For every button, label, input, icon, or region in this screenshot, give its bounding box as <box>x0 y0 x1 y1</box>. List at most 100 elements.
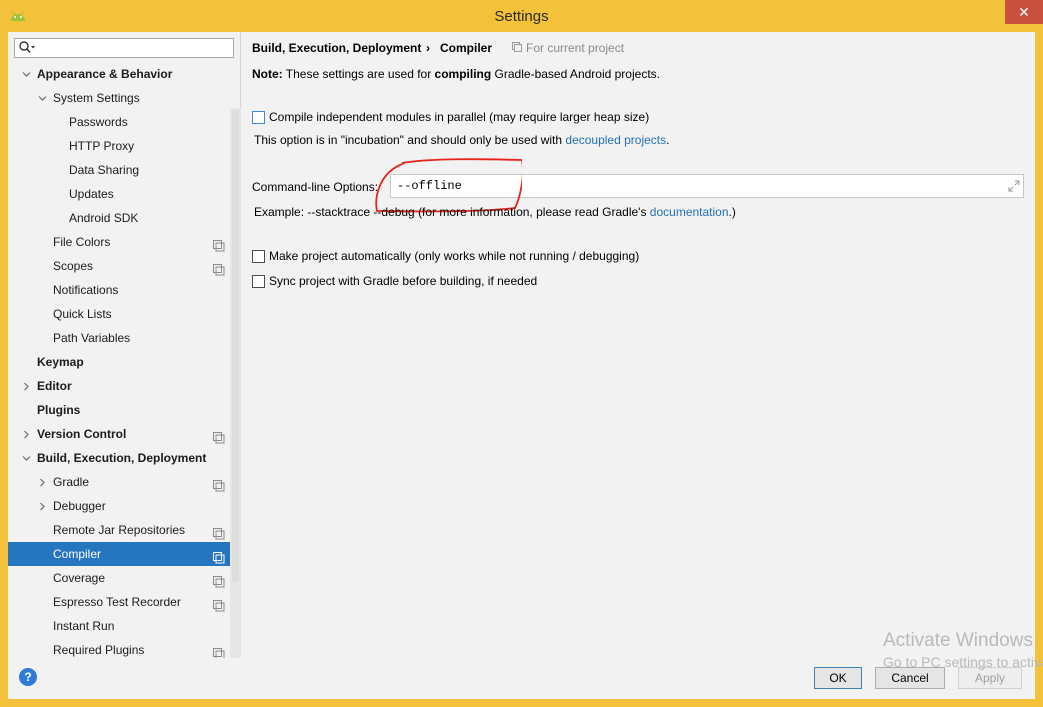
sidebar-item-version-control[interactable]: Version Control <box>8 422 241 446</box>
window-frame-left <box>0 32 8 707</box>
project-scope-icon <box>213 428 225 444</box>
cmd-options-field[interactable]: --offline <box>390 174 1024 198</box>
project-scope-icon <box>213 476 225 492</box>
make-automatically-label[interactable]: Make project automatically (only works w… <box>269 249 639 263</box>
search-icon[interactable] <box>18 40 36 56</box>
sidebar-item-gradle[interactable]: Gradle <box>8 470 241 494</box>
window-title: Settings <box>494 8 549 25</box>
note-suffix: Gradle-based Android projects. <box>491 67 660 81</box>
expand-icon[interactable] <box>1008 180 1020 192</box>
sidebar-item-file-colors[interactable]: File Colors <box>8 230 241 254</box>
sidebar-item-remote-jar-repositories[interactable]: Remote Jar Repositories <box>8 518 241 542</box>
cmd-options-value[interactable]: --offline <box>397 179 462 193</box>
sidebar-item-label: Keymap <box>37 355 84 369</box>
window-frame-bottom <box>0 699 1043 707</box>
sidebar-item-label: Espresso Test Recorder <box>53 595 181 609</box>
project-scope-icon <box>213 548 225 564</box>
chevron-right-icon[interactable] <box>36 470 48 494</box>
help-icon[interactable]: ? <box>19 668 37 686</box>
sidebar-item-editor[interactable]: Editor <box>8 374 241 398</box>
sidebar-item-label: Required Plugins <box>53 643 145 657</box>
breadcrumb-separator: › <box>426 41 430 55</box>
sidebar-item-coverage[interactable]: Coverage <box>8 566 241 590</box>
sidebar-item-appearance-behavior[interactable]: Appearance & Behavior <box>8 62 241 86</box>
incubation-end: . <box>666 133 670 147</box>
note-prefix: Note: <box>252 67 283 81</box>
dialog-client: Appearance & Behavior System Settings Pass… <box>8 32 1035 699</box>
sidebar-item-android-sdk[interactable]: Android SDK <box>8 206 241 230</box>
sidebar-item-label: Plugins <box>37 403 81 417</box>
activate-windows-watermark: Activate Windows Go to PC settings to ac… <box>883 630 1043 670</box>
sidebar-item-path-variables[interactable]: Path Variables <box>8 326 241 350</box>
sidebar-item-label: Path Variables <box>53 331 131 345</box>
project-scope-icon <box>213 524 225 540</box>
sidebar-item-label: Gradle <box>53 475 90 489</box>
breadcrumb-parent: Build, Execution, Deployment <box>252 41 422 55</box>
sidebar-item-updates[interactable]: Updates <box>8 182 241 206</box>
sidebar-item-label: Compiler <box>53 547 102 561</box>
documentation-link[interactable]: documentation <box>650 205 729 219</box>
ok-button[interactable]: OK <box>814 667 862 689</box>
chevron-right-icon[interactable] <box>20 374 32 398</box>
project-scope-icon <box>213 236 225 252</box>
cmd-options-label: Command-line Options: <box>252 180 379 194</box>
close-button[interactable]: ✕ <box>1005 0 1043 24</box>
sidebar-item-label: Appearance & Behavior <box>37 67 173 81</box>
sidebar-scroll-thumb[interactable] <box>232 110 239 582</box>
watermark-subtitle: Go to PC settings to activate Windows. <box>883 654 1043 670</box>
chevron-down-icon[interactable] <box>20 446 32 470</box>
sidebar-item-debugger[interactable]: Debugger <box>8 494 241 518</box>
sidebar-item-system-settings[interactable]: System Settings <box>8 86 241 110</box>
parallel-modules-label[interactable]: Compile independent modules in parallel … <box>269 110 649 124</box>
sidebar-item-http-proxy[interactable]: HTTP Proxy <box>8 134 241 158</box>
sidebar-item-scopes[interactable]: Scopes <box>8 254 241 278</box>
sidebar-item-instant-run[interactable]: Instant Run <box>8 614 241 638</box>
sidebar-item-label: Scopes <box>53 259 94 273</box>
cancel-button[interactable]: Cancel <box>875 667 945 689</box>
settings-sidebar: Appearance & Behavior System Settings Pass… <box>8 32 241 658</box>
sidebar-item-label: Version Control <box>37 427 127 441</box>
chevron-right-icon[interactable] <box>36 494 48 518</box>
sidebar-item-label: Data Sharing <box>69 163 140 177</box>
sidebar-item-label: Remote Jar Repositories <box>53 523 186 537</box>
note-middle: These settings are used for <box>282 67 435 81</box>
make-automatically-checkbox[interactable] <box>252 250 265 263</box>
search-input[interactable] <box>14 38 234 58</box>
sidebar-item-label: Coverage <box>53 571 106 585</box>
sync-gradle-label[interactable]: Sync project with Gradle before building… <box>269 274 537 288</box>
sidebar-item-keymap[interactable]: Keymap <box>8 350 241 374</box>
sidebar-item-label: Passwords <box>69 115 128 129</box>
window-frame-right <box>1035 32 1043 707</box>
incubation-info: This option is in "incubation" and shoul… <box>254 133 669 147</box>
decoupled-projects-link[interactable]: decoupled projects <box>565 133 666 147</box>
project-scope-icon <box>512 42 522 52</box>
compiler-note: Note: These settings are used for compil… <box>252 67 660 81</box>
sidebar-item-label: File Colors <box>53 235 111 249</box>
for-current-project-label: For current project <box>526 41 625 55</box>
sidebar-item-plugins[interactable]: Plugins <box>8 398 241 422</box>
chevron-down-icon[interactable] <box>36 86 48 110</box>
apply-button[interactable]: Apply <box>958 667 1022 689</box>
parallel-modules-checkbox[interactable] <box>252 111 265 124</box>
incubation-text: This option is in "incubation" and shoul… <box>254 133 566 147</box>
sidebar-item-data-sharing[interactable]: Data Sharing <box>8 158 241 182</box>
sidebar-item-label: Build, Execution, Deployment <box>37 451 207 465</box>
sidebar-item-notifications[interactable]: Notifications <box>8 278 241 302</box>
breadcrumb-current: Compiler <box>440 41 493 55</box>
example-end: .) <box>728 205 736 219</box>
sidebar-item-build-execution-deployment[interactable]: Build, Execution, Deployment <box>8 446 241 470</box>
sidebar-item-required-plugins[interactable]: Required Plugins <box>8 638 241 658</box>
sidebar-item-compiler[interactable]: Compiler <box>8 542 241 566</box>
sidebar-item-passwords[interactable]: Passwords <box>8 110 241 134</box>
example-text: Example: --stacktrace --debug (for more … <box>254 205 650 219</box>
cmd-example: Example: --stacktrace --debug (for more … <box>254 205 736 219</box>
chevron-down-icon[interactable] <box>20 62 32 86</box>
sidebar-item-label: HTTP Proxy <box>69 139 135 153</box>
sync-gradle-checkbox[interactable] <box>252 275 265 288</box>
sidebar-item-quick-lists[interactable]: Quick Lists <box>8 302 241 326</box>
chevron-right-icon[interactable] <box>20 422 32 446</box>
sidebar-item-label: Android SDK <box>69 211 139 225</box>
sidebar-item-label: Editor <box>37 379 72 393</box>
sidebar-item-label: Notifications <box>53 283 119 297</box>
sidebar-item-espresso-test-recorder[interactable]: Espresso Test Recorder <box>8 590 241 614</box>
